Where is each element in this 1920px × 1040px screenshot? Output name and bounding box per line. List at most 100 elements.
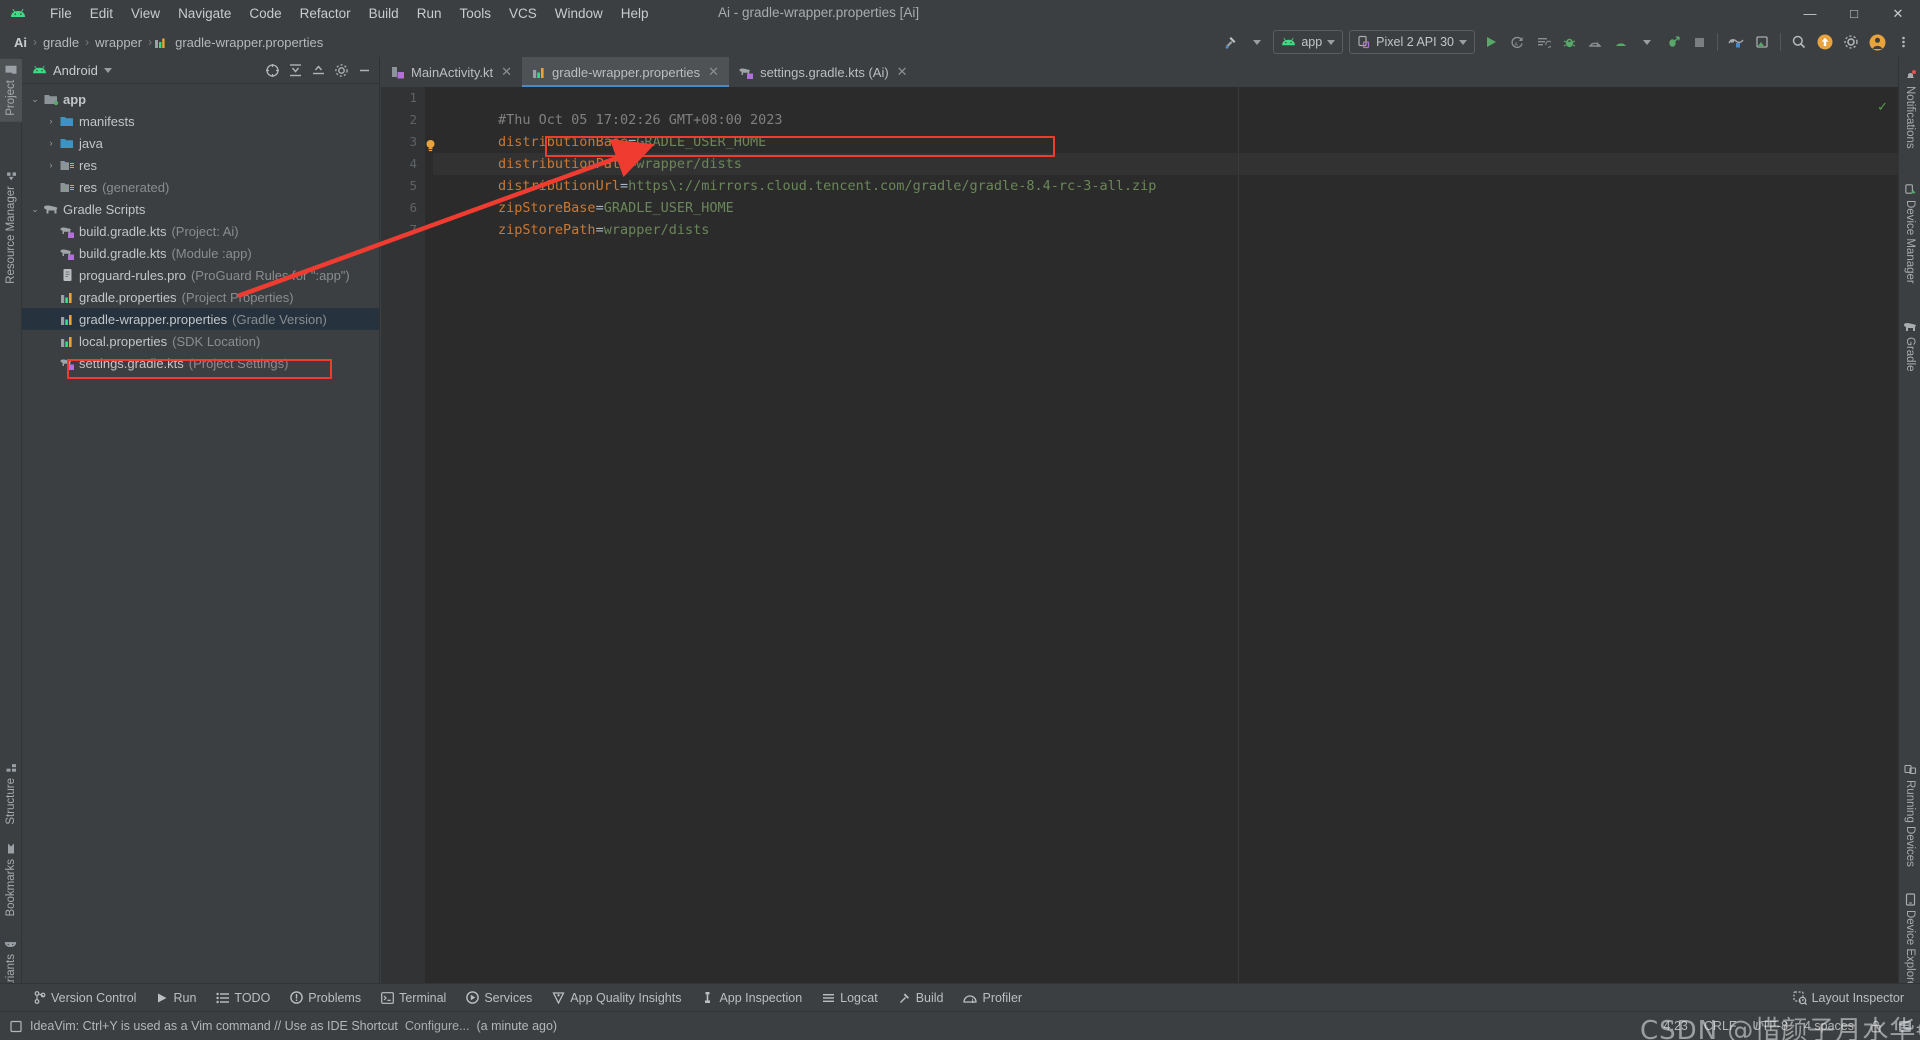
bottom-item-version-control[interactable]: Version Control <box>26 988 144 1008</box>
close-icon[interactable]: ✕ <box>501 64 512 80</box>
breadcrumb-gradle[interactable]: gradle <box>39 33 83 52</box>
attach-debugger-icon[interactable] <box>1661 30 1685 54</box>
bottom-item-todo[interactable]: TODO <box>208 988 278 1008</box>
tree-node-proguard-rules[interactable]: proguard-rules.pro (ProGuard Rules for "… <box>22 264 379 286</box>
more-options-icon[interactable] <box>1891 30 1915 54</box>
build-dropdown-button[interactable] <box>1245 30 1269 54</box>
sidebar-item-device-explorer[interactable]: Device Explorer <box>1899 887 1920 997</box>
breadcrumb-file[interactable]: gradle-wrapper.properties <box>171 33 327 52</box>
menu-run[interactable]: Run <box>408 3 451 24</box>
avatar[interactable] <box>1865 30 1889 54</box>
close-icon[interactable]: ✕ <box>897 64 908 80</box>
bottom-item-run[interactable]: Run <box>148 988 204 1008</box>
device-mirror-icon[interactable] <box>1724 30 1748 54</box>
tree-node-gradle-properties[interactable]: gradle.properties (Project Properties) <box>22 286 379 308</box>
profiler-dropdown-icon[interactable] <box>1609 30 1633 54</box>
debug-icon[interactable] <box>1557 30 1581 54</box>
search-everywhere-icon[interactable] <box>1787 30 1811 54</box>
bottom-item-layout-inspector[interactable]: Layout Inspector <box>1785 988 1912 1008</box>
menu-help[interactable]: Help <box>612 3 658 24</box>
breadcrumb-project[interactable]: Ai <box>10 33 31 52</box>
tree-node-build-gradle-module[interactable]: build.gradle.kts (Module :app) <box>22 242 379 264</box>
configure-link[interactable]: Configure... <box>405 1019 470 1033</box>
tree-node-gradle-scripts[interactable]: ⌄ Gradle Scripts <box>22 198 379 220</box>
inspection-status-icon[interactable]: ✓ <box>1877 99 1888 115</box>
code-editor[interactable]: 1 2 3 4 5 6 7 #Thu Oct 05 17:02:26 GMT+0… <box>381 87 1898 983</box>
hide-icon[interactable] <box>353 59 375 81</box>
bottom-item-app-inspection[interactable]: App Inspection <box>693 988 810 1008</box>
expand-all-icon[interactable] <box>284 59 306 81</box>
menu-window[interactable]: Window <box>546 3 612 24</box>
rerun-icon[interactable]: A <box>1505 30 1529 54</box>
select-opened-file-icon[interactable] <box>261 59 283 81</box>
profile-dropdown-button[interactable] <box>1635 30 1659 54</box>
build-hammer-icon[interactable] <box>1219 30 1243 54</box>
tree-node-manifests[interactable]: › manifests <box>22 110 379 132</box>
bottom-item-terminal[interactable]: Terminal <box>373 988 454 1008</box>
chevron-right-icon[interactable]: › <box>44 116 58 126</box>
intention-bulb-icon[interactable] <box>425 139 436 152</box>
close-button[interactable]: ✕ <box>1876 0 1920 27</box>
chevron-right-icon[interactable]: › <box>44 138 58 148</box>
sidebar-item-bookmarks[interactable]: Bookmarks <box>0 837 22 923</box>
stop-icon[interactable] <box>1687 30 1711 54</box>
sidebar-item-structure[interactable]: Structure <box>0 757 22 831</box>
collapse-all-icon[interactable] <box>307 59 329 81</box>
chevron-right-icon[interactable]: › <box>44 160 58 170</box>
tab-gradle-wrapper-properties[interactable]: gradle-wrapper.properties ✕ <box>522 57 730 87</box>
update-icon[interactable] <box>1813 30 1837 54</box>
bottom-item-logcat[interactable]: Logcat <box>814 988 886 1008</box>
bottom-item-services[interactable]: Services <box>458 988 540 1008</box>
profile-icon[interactable] <box>1583 30 1607 54</box>
event-log-icon[interactable] <box>10 1020 23 1033</box>
menu-code[interactable]: Code <box>240 3 290 24</box>
menu-navigate[interactable]: Navigate <box>169 3 240 24</box>
tree-node-settings-gradle[interactable]: settings.gradle.kts (Project Settings) <box>22 352 379 374</box>
settings-gear-icon[interactable] <box>330 59 352 81</box>
tree-node-res[interactable]: › res <box>22 154 379 176</box>
tab-mainactivity-kt[interactable]: MainActivity.kt ✕ <box>381 57 522 87</box>
close-icon[interactable]: ✕ <box>708 64 719 80</box>
bottom-item-problems[interactable]: Problems <box>282 988 369 1008</box>
menu-refactor[interactable]: Refactor <box>291 3 360 24</box>
sidebar-item-project[interactable]: Project <box>0 59 22 122</box>
tree-node-java[interactable]: › java <box>22 132 379 154</box>
menu-vcs[interactable]: VCS <box>500 3 546 24</box>
sidebar-item-device-manager[interactable]: Device Manager <box>1899 177 1920 290</box>
code-content[interactable]: #Thu Oct 05 17:02:26 GMT+08:00 2023 dist… <box>425 87 1898 983</box>
tree-node-gradle-wrapper-properties[interactable]: gradle-wrapper.properties (Gradle Versio… <box>22 308 379 330</box>
sidebar-item-resource-manager[interactable]: Resource Manager <box>0 165 22 290</box>
menu-build[interactable]: Build <box>360 3 408 24</box>
breadcrumb-wrapper[interactable]: wrapper <box>91 33 146 52</box>
device-selector[interactable]: Pixel 2 API 30 <box>1349 30 1475 54</box>
maximize-button[interactable]: □ <box>1832 0 1876 27</box>
layout-inspector-icon[interactable] <box>1750 30 1774 54</box>
indent-setting[interactable]: 4 spaces <box>1804 1019 1854 1033</box>
menu-file[interactable]: File <box>41 3 81 24</box>
run-with-coverage-icon[interactable] <box>1531 30 1555 54</box>
sidebar-item-running-devices[interactable]: Running Devices <box>1899 757 1920 873</box>
file-encoding[interactable]: UTF-8 <box>1753 1019 1788 1033</box>
menu-tools[interactable]: Tools <box>450 3 500 24</box>
menu-view[interactable]: View <box>122 3 169 24</box>
settings-gear-icon[interactable] <box>1839 30 1863 54</box>
lock-icon[interactable] <box>1870 1020 1882 1033</box>
project-view-selector[interactable]: Android <box>26 61 118 80</box>
tree-node-build-gradle-project[interactable]: build.gradle.kts (Project: Ai) <box>22 220 379 242</box>
line-separator[interactable]: CRLF <box>1704 1019 1737 1033</box>
sidebar-item-notifications[interactable]: Notifications <box>1899 63 1920 155</box>
tree-node-res-generated[interactable]: res (generated) <box>22 176 379 198</box>
bottom-item-profiler[interactable]: Profiler <box>955 988 1030 1008</box>
bottom-item-build[interactable]: Build <box>890 988 952 1008</box>
tree-node-local-properties[interactable]: local.properties (SDK Location) <box>22 330 379 352</box>
chevron-down-icon[interactable]: ⌄ <box>28 94 42 105</box>
minimize-button[interactable]: — <box>1788 0 1832 27</box>
bottom-item-app-quality-insights[interactable]: App Quality Insights <box>544 988 689 1008</box>
notification-icon[interactable] <box>1898 1020 1912 1033</box>
menu-edit[interactable]: Edit <box>81 3 122 24</box>
chevron-down-icon[interactable]: ⌄ <box>28 204 42 215</box>
sidebar-item-gradle[interactable]: Gradle <box>1899 315 1920 378</box>
caret-position[interactable]: 4:23 <box>1664 1019 1688 1033</box>
run-configuration-selector[interactable]: app <box>1273 30 1344 54</box>
run-button[interactable] <box>1479 30 1503 54</box>
